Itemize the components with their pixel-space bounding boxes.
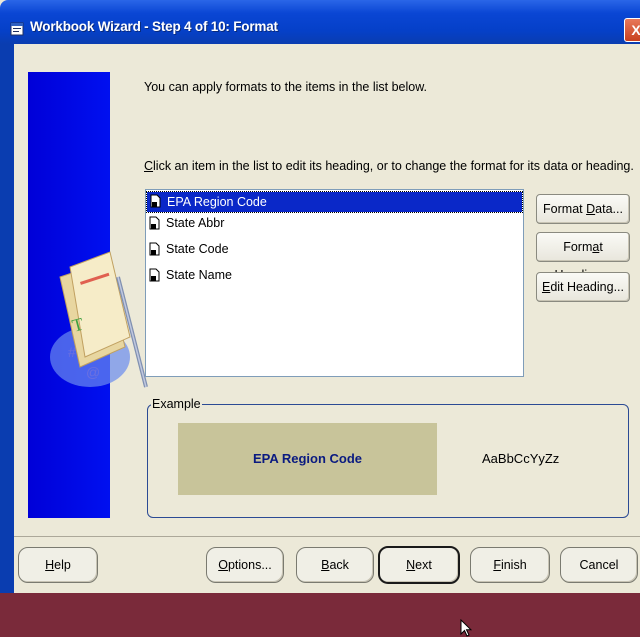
mouse-cursor-icon (460, 619, 472, 637)
list-item-label: State Abbr (166, 216, 225, 230)
example-legend: Example (151, 397, 202, 411)
list-item[interactable]: State Name (146, 264, 523, 290)
button-label: ata... (595, 202, 623, 216)
svg-text:#: # (68, 344, 76, 360)
format-data-button[interactable]: Format Data... (536, 194, 630, 224)
field-item-icon (149, 216, 160, 230)
button-mnemonic: H (45, 558, 55, 572)
instructions-mnemonic: C (144, 159, 154, 173)
button-label: Cancel (579, 558, 619, 572)
example-heading-sample: EPA Region Code (178, 423, 437, 495)
field-item-icon (149, 268, 160, 282)
list-item-label: State Code (166, 242, 229, 256)
button-label: ext (415, 558, 432, 572)
instructions-text: Click an item in the list to edit its he… (144, 159, 634, 173)
edit-heading-button[interactable]: Edit Heading... (536, 272, 630, 302)
window-title: Workbook Wizard - Step 4 of 10: Format (30, 19, 278, 34)
back-button[interactable]: Back (296, 547, 374, 583)
svg-text:@: @ (86, 364, 100, 380)
button-mnemonic: O (218, 558, 228, 572)
button-label: ptions... (227, 558, 272, 572)
wizard-art-icon: T # @ (50, 251, 148, 388)
title-bar[interactable]: Workbook Wizard - Step 4 of 10: Format X (0, 0, 640, 44)
app-icon (10, 22, 24, 36)
button-label: Form (563, 240, 593, 254)
close-icon[interactable]: X (624, 18, 640, 42)
list-item[interactable]: State Abbr (146, 212, 523, 238)
list-item[interactable]: EPA Region Code (146, 191, 523, 213)
items-listbox[interactable]: EPA Region Code State Abbr State Code St… (145, 189, 524, 377)
button-separator (14, 536, 640, 537)
button-mnemonic: N (406, 558, 416, 572)
button-label: ack (329, 558, 349, 572)
button-label: Format (543, 202, 587, 216)
field-item-icon (150, 194, 161, 208)
help-button[interactable]: Help (18, 547, 98, 583)
workbook-wizard-window: Workbook Wizard - Step 4 of 10: Format X… (0, 0, 640, 637)
wizard-side-panel: T # @ (28, 72, 148, 518)
button-mnemonic: F (493, 558, 501, 572)
list-item-label: EPA Region Code (167, 195, 267, 209)
list-item[interactable]: State Code (146, 238, 523, 264)
button-mnemonic: D (586, 202, 596, 216)
instructions-rest: lick an item in the list to edit its hea… (153, 159, 634, 173)
button-label: inish (500, 558, 527, 572)
example-data-sample: AaBbCcYyZz (482, 451, 560, 466)
intro-text: You can apply formats to the items in th… (144, 80, 428, 94)
finish-button[interactable]: Finish (470, 547, 550, 583)
window-frame (0, 44, 14, 593)
cancel-button[interactable]: Cancel (560, 547, 638, 583)
options-button[interactable]: Options... (206, 547, 284, 583)
list-item-label: State Name (166, 268, 233, 282)
field-item-icon (149, 242, 160, 256)
button-label: elp (54, 558, 71, 572)
next-button[interactable]: Next (378, 546, 460, 584)
wizard-body: T # @ You can apply formats to the items… (14, 44, 640, 637)
button-label: dit Heading... (550, 280, 624, 294)
format-heading-button[interactable]: Format Heading... (536, 232, 630, 282)
